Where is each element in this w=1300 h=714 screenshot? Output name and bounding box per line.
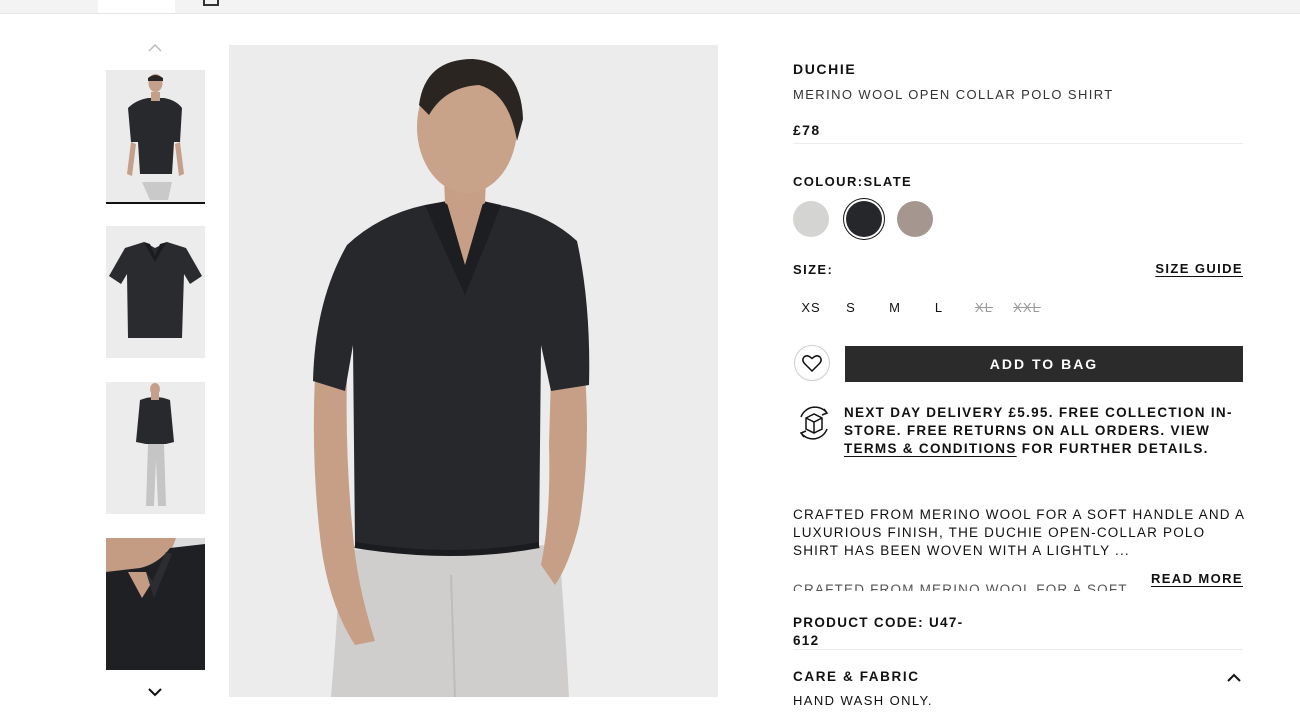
divider	[793, 143, 1243, 144]
terms-conditions-link[interactable]: TERMS & CONDITIONS	[844, 441, 1017, 456]
colour-swatch-taupe[interactable]	[897, 201, 933, 237]
colour-swatch-light-grey[interactable]	[793, 201, 829, 237]
size-option-l[interactable]: L	[917, 297, 961, 319]
thumbnails-down-arrow-icon[interactable]	[145, 683, 165, 701]
chevron-up-icon[interactable]	[1226, 670, 1246, 686]
colour-label-prefix: COLOUR:	[793, 174, 864, 189]
size-options: XS S M L XL XXL	[793, 297, 1047, 319]
nav-icon[interactable]	[203, 0, 219, 6]
size-option-xs[interactable]: XS	[793, 297, 829, 319]
read-more-link[interactable]: READ MORE	[1151, 571, 1243, 586]
delivery-text: NEXT DAY DELIVERY £5.95. FREE COLLECTION…	[844, 405, 1233, 438]
delivery-info: NEXT DAY DELIVERY £5.95. FREE COLLECTION…	[844, 404, 1249, 458]
size-option-m[interactable]: M	[873, 297, 917, 319]
thumbnail-front-view[interactable]	[106, 70, 205, 204]
thumbnails-up-arrow-icon[interactable]	[145, 40, 165, 56]
delivery-box-icon	[795, 403, 833, 443]
nav-tab-active[interactable]	[98, 0, 175, 13]
product-brand: DUCHIE	[793, 61, 857, 77]
colour-selected-name: SLATE	[863, 174, 913, 189]
thumbnail-full-length[interactable]	[106, 382, 205, 514]
delivery-text-end: FOR FURTHER DETAILS.	[1016, 441, 1209, 456]
size-label: SIZE:	[793, 262, 834, 277]
size-option-xl[interactable]: XL	[961, 297, 1007, 319]
colour-swatch-slate[interactable]	[846, 201, 882, 237]
product-code-label: PRODUCT CODE:	[793, 615, 924, 630]
care-fabric-header[interactable]: CARE & FABRIC	[793, 669, 920, 684]
divider	[793, 649, 1243, 650]
main-product-image[interactable]	[229, 45, 718, 697]
product-description: CRAFTED FROM MERINO WOOL FOR A SOFT HAND…	[793, 507, 1245, 558]
thumbnail-collar-detail[interactable]	[106, 538, 205, 670]
size-option-s[interactable]: S	[829, 297, 873, 319]
description-faded-line: CRAFTED FROM MERINO WOOL FOR A SOFT	[793, 582, 1128, 591]
add-to-bag-button[interactable]: ADD TO BAG	[845, 346, 1243, 382]
care-instructions: HAND WASH ONLY.	[793, 693, 933, 708]
heart-icon	[802, 355, 822, 372]
product-code: PRODUCT CODE: U47-612	[793, 614, 983, 650]
colour-label: COLOUR:SLATE	[793, 174, 912, 189]
thumbnail-flat-lay[interactable]	[106, 226, 205, 358]
product-price: £78	[793, 122, 821, 138]
size-option-xxl[interactable]: XXL	[1007, 297, 1047, 319]
size-guide-link[interactable]: SIZE GUIDE	[1155, 261, 1243, 276]
product-name: MERINO WOOL OPEN COLLAR POLO SHIRT	[793, 87, 1114, 102]
top-nav-bar	[0, 0, 1300, 14]
description-faded-text: CRAFTED FROM MERINO WOOL FOR A SOFT	[793, 582, 1143, 591]
wishlist-button[interactable]	[794, 345, 830, 381]
